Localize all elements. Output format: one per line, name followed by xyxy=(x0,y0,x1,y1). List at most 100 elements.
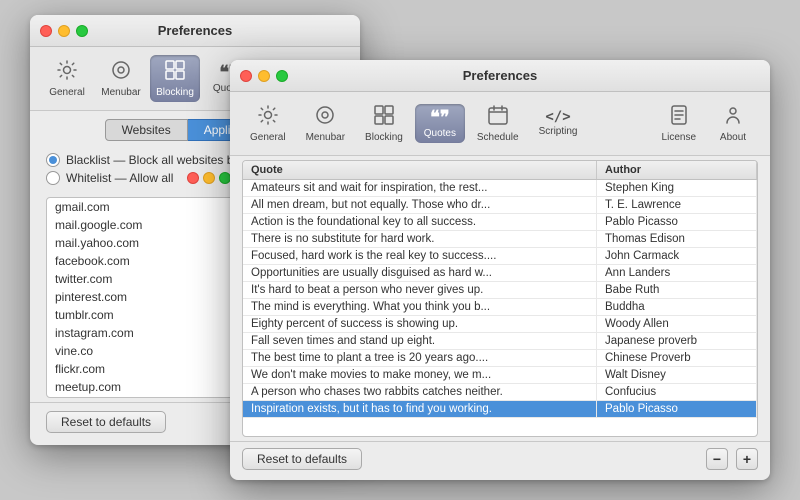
radio-dot-blacklist xyxy=(46,153,60,167)
bottom-bar-front: Reset to defaults − + xyxy=(230,441,770,476)
toolbar-about-label-front: About xyxy=(720,132,746,143)
table-row[interactable]: It's hard to beat a person who never giv… xyxy=(243,282,757,299)
table-row[interactable]: Amateurs sit and wait for inspiration, t… xyxy=(243,180,757,197)
cell-quote: The best time to plant a tree is 20 year… xyxy=(243,350,597,366)
preferences-window-front: Preferences General xyxy=(230,60,770,480)
table-header: Quote Author xyxy=(243,161,757,180)
blocking-icon-front xyxy=(373,104,395,130)
minimize-button-back[interactable] xyxy=(58,25,70,37)
table-row[interactable]: Eighty percent of success is showing up.… xyxy=(243,316,757,333)
cell-author: Buddha xyxy=(597,299,757,315)
cell-author: John Carmack xyxy=(597,248,757,264)
toolbar-scripting-label-front: Scripting xyxy=(539,126,578,137)
close-button-back[interactable] xyxy=(40,25,52,37)
table-row[interactable]: There is no substitute for hard work. Th… xyxy=(243,231,757,248)
menubar-icon-front xyxy=(314,104,336,130)
window-front-content: General Menubar xyxy=(230,92,770,476)
toolbar-menubar-back[interactable]: Menubar xyxy=(96,55,146,102)
cell-author: Thomas Edison xyxy=(597,231,757,247)
toolbar-about-front[interactable]: About xyxy=(708,100,758,147)
cell-quote: Focused, hard work is the real key to su… xyxy=(243,248,597,264)
cell-author: Chinese Proverb xyxy=(597,350,757,366)
about-icon-front xyxy=(722,104,744,130)
cell-author: Woody Allen xyxy=(597,316,757,332)
maximize-button-front[interactable] xyxy=(276,70,288,82)
cell-quote: A person who chases two rabbits catches … xyxy=(243,384,597,400)
table-row[interactable]: All men dream, but not equally. Those wh… xyxy=(243,197,757,214)
toolbar-license-front[interactable]: License xyxy=(654,100,704,147)
table-row[interactable]: Action is the foundational key to all su… xyxy=(243,214,757,231)
scripting-icon-front: </> xyxy=(545,110,570,124)
window-title-front: Preferences xyxy=(463,68,537,83)
cell-quote: It's hard to beat a person who never giv… xyxy=(243,282,597,298)
toolbar-menubar-front[interactable]: Menubar xyxy=(298,100,353,147)
cell-author: Walt Disney xyxy=(597,367,757,383)
color-dot-yellow xyxy=(203,172,215,184)
toolbar-schedule-front[interactable]: Schedule xyxy=(469,100,527,147)
table-row[interactable]: Fall seven times and stand up eight. Jap… xyxy=(243,333,757,350)
toolbar-general-front[interactable]: General xyxy=(242,100,294,147)
cell-quote: Eighty percent of success is showing up. xyxy=(243,316,597,332)
cell-quote: Inspiration exists, but it has to find y… xyxy=(243,401,597,417)
tab-websites-back[interactable]: Websites xyxy=(105,119,188,141)
table-row[interactable]: Opportunities are usually disguised as h… xyxy=(243,265,757,282)
cell-quote: All men dream, but not equally. Those wh… xyxy=(243,197,597,213)
toolbar-general-back[interactable]: General xyxy=(42,55,92,102)
cell-author: Stephen King xyxy=(597,180,757,196)
cell-quote: Fall seven times and stand up eight. xyxy=(243,333,597,349)
toolbar-blocking-label-front: Blocking xyxy=(365,132,403,143)
cell-author: T. E. Lawrence xyxy=(597,197,757,213)
titlebar-back: Preferences xyxy=(30,15,360,47)
toolbar-license-label-front: License xyxy=(662,132,696,143)
col-quote: Quote xyxy=(243,161,597,179)
reset-button-front[interactable]: Reset to defaults xyxy=(242,448,362,470)
close-button-front[interactable] xyxy=(240,70,252,82)
toolbar-general-label-front: General xyxy=(250,132,286,143)
toolbar-quotes-front[interactable]: ❝❞ Quotes xyxy=(415,104,465,143)
toolbar-schedule-label-front: Schedule xyxy=(477,132,519,143)
maximize-button-back[interactable] xyxy=(76,25,88,37)
cell-author: Pablo Picasso xyxy=(597,214,757,230)
quotes-table[interactable]: Quote Author Amateurs sit and wait for i… xyxy=(242,160,758,437)
license-icon-front xyxy=(668,104,690,130)
cell-quote: Amateurs sit and wait for inspiration, t… xyxy=(243,180,597,196)
quotes-rows-container: Amateurs sit and wait for inspiration, t… xyxy=(243,180,757,418)
cell-author: Pablo Picasso xyxy=(597,401,757,417)
toolbar-blocking-back[interactable]: Blocking xyxy=(150,55,200,102)
cell-author: Confucius xyxy=(597,384,757,400)
table-row[interactable]: Focused, hard work is the real key to su… xyxy=(243,248,757,265)
cell-author: Ann Landers xyxy=(597,265,757,281)
plus-button[interactable]: + xyxy=(736,448,758,470)
color-dot-red xyxy=(187,172,199,184)
toolbar-front: General Menubar xyxy=(230,92,770,156)
radio-dot-whitelist xyxy=(46,171,60,185)
toolbar-blocking-front[interactable]: Blocking xyxy=(357,100,411,147)
minus-button[interactable]: − xyxy=(706,448,728,470)
table-row[interactable]: Inspiration exists, but it has to find y… xyxy=(243,401,757,418)
titlebar-front: Preferences xyxy=(230,60,770,92)
traffic-lights-back xyxy=(40,25,88,37)
gear-icon-back xyxy=(56,59,78,85)
minimize-button-front[interactable] xyxy=(258,70,270,82)
cell-author: Babe Ruth xyxy=(597,282,757,298)
toolbar-general-label-back: General xyxy=(49,87,85,98)
blocking-icon-back xyxy=(164,59,186,85)
toolbar-blocking-label-back: Blocking xyxy=(156,87,194,98)
cell-quote: The mind is everything. What you think y… xyxy=(243,299,597,315)
cell-quote: We don't make movies to make money, we m… xyxy=(243,367,597,383)
table-row[interactable]: The mind is everything. What you think y… xyxy=(243,299,757,316)
toolbar-menubar-label-front: Menubar xyxy=(306,132,345,143)
table-row[interactable]: A person who chases two rabbits catches … xyxy=(243,384,757,401)
toolbar-scripting-front[interactable]: </> Scripting xyxy=(531,106,586,141)
gear-icon-front xyxy=(257,104,279,130)
cell-quote: Action is the foundational key to all su… xyxy=(243,214,597,230)
table-row[interactable]: We don't make movies to make money, we m… xyxy=(243,367,757,384)
traffic-lights-front xyxy=(240,70,288,82)
toolbar-quotes-label-front: Quotes xyxy=(424,128,456,139)
table-row[interactable]: The best time to plant a tree is 20 year… xyxy=(243,350,757,367)
col-author: Author xyxy=(597,161,757,179)
cell-quote: There is no substitute for hard work. xyxy=(243,231,597,247)
window-title-back: Preferences xyxy=(158,23,232,38)
quotes-icon-front: ❝❞ xyxy=(430,108,449,126)
reset-button-back[interactable]: Reset to defaults xyxy=(46,411,166,433)
